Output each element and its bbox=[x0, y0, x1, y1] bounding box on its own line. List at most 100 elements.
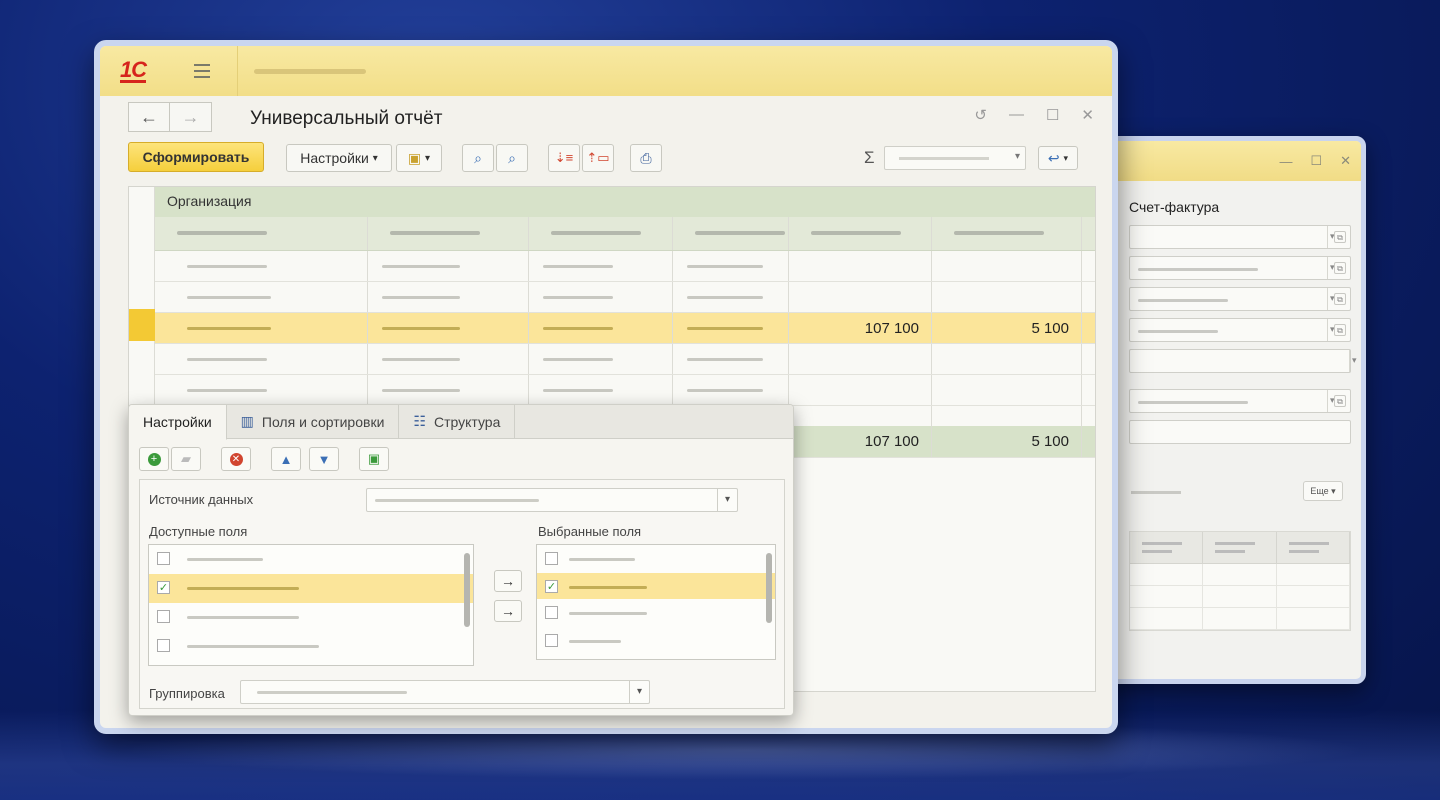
row-value: 5 100 bbox=[1031, 320, 1069, 337]
row-value: 107 100 bbox=[864, 320, 919, 337]
checkbox-checked[interactable]: ✓ bbox=[545, 580, 558, 593]
table-row[interactable] bbox=[155, 251, 1095, 282]
invoice-field[interactable] bbox=[1129, 349, 1357, 373]
list-item-selected[interactable]: ✓ bbox=[149, 574, 473, 603]
checkbox[interactable] bbox=[157, 639, 170, 652]
share-button[interactable]: ↩ ▾ bbox=[1038, 146, 1078, 170]
available-fields-label: Доступные поля bbox=[149, 524, 248, 539]
checkbox[interactable] bbox=[157, 552, 170, 565]
table-row-selected[interactable]: 107 100 5 100 bbox=[155, 313, 1095, 344]
add-field-arrow-icon[interactable]: → bbox=[494, 570, 522, 592]
invoice-field[interactable] bbox=[1129, 420, 1351, 444]
available-fields-list[interactable]: ✓ bbox=[148, 544, 474, 666]
print-button[interactable]: ⎙ bbox=[630, 144, 662, 172]
checkbox[interactable] bbox=[545, 634, 558, 647]
invoice-field[interactable]: ⧉ bbox=[1129, 225, 1351, 249]
list-item[interactable] bbox=[537, 599, 775, 627]
checkbox[interactable] bbox=[545, 606, 558, 619]
1c-logo: 1C bbox=[119, 56, 147, 83]
table-row[interactable] bbox=[155, 282, 1095, 313]
window-controls: ↺ — ☐ ✕ bbox=[974, 106, 1094, 124]
back-arrow-icon[interactable]: ← bbox=[128, 102, 170, 132]
search-icon: ⌕ bbox=[474, 149, 482, 166]
add-group-button[interactable]: ▰ bbox=[171, 447, 201, 471]
maximize-icon[interactable]: ☐ bbox=[1046, 106, 1059, 124]
list-item[interactable] bbox=[537, 627, 775, 655]
scrollbar[interactable] bbox=[464, 553, 470, 627]
settings-button[interactable]: Настройки ▾ bbox=[286, 144, 392, 172]
tab-structure[interactable]: ☷ Структура bbox=[399, 405, 516, 438]
total-value: 5 100 bbox=[1031, 433, 1069, 450]
forward-arrow-icon[interactable]: → bbox=[170, 102, 212, 132]
move-up-button[interactable]: ▲ bbox=[271, 447, 301, 471]
tab-settings[interactable]: Настройки bbox=[129, 405, 227, 440]
app-topbar: 1C bbox=[100, 46, 1112, 96]
scrollbar[interactable] bbox=[766, 553, 772, 623]
chevron-down-icon: ▾ bbox=[717, 489, 737, 511]
maximize-icon[interactable]: ☐ bbox=[1310, 153, 1322, 169]
history-icon[interactable]: ↺ bbox=[974, 106, 987, 124]
generate-button[interactable]: Сформировать bbox=[128, 142, 264, 172]
sort-asc-button[interactable]: ⇣≡ bbox=[548, 144, 580, 172]
group-header: Организация bbox=[155, 187, 1095, 217]
table-header bbox=[155, 217, 1095, 251]
invoice-field-line bbox=[1131, 491, 1181, 494]
data-source-select[interactable]: ▾ bbox=[366, 488, 738, 512]
share-icon: ↩ bbox=[1047, 149, 1060, 166]
table-row[interactable] bbox=[1130, 564, 1350, 586]
invoice-field[interactable]: ⧉ bbox=[1129, 287, 1351, 311]
list-item[interactable] bbox=[149, 545, 473, 574]
structure-icon: ☷ bbox=[413, 413, 426, 429]
invoice-field[interactable]: ⧉ bbox=[1129, 389, 1351, 413]
table-row[interactable] bbox=[1130, 608, 1350, 630]
checkbox[interactable] bbox=[545, 552, 558, 565]
arrow-up-icon: ▲ bbox=[279, 451, 293, 467]
tab-fields-sorting[interactable]: ▥ Поля и сортировки bbox=[227, 405, 400, 438]
checkbox[interactable] bbox=[157, 610, 170, 623]
delete-button[interactable]: ✕ bbox=[221, 447, 251, 471]
minimize-icon[interactable]: — bbox=[1009, 106, 1024, 124]
list-item[interactable] bbox=[149, 632, 473, 661]
minimize-icon[interactable]: — bbox=[1279, 154, 1292, 169]
checkbox-checked[interactable]: ✓ bbox=[157, 581, 170, 594]
invoice-field[interactable]: ⧉ bbox=[1129, 256, 1351, 280]
more-button[interactable]: Еще ▾ bbox=[1303, 481, 1343, 501]
link-icon[interactable]: ⧉ bbox=[1334, 293, 1346, 305]
table-row[interactable] bbox=[155, 344, 1095, 375]
close-icon[interactable]: ✕ bbox=[1081, 106, 1094, 124]
find-next-button[interactable]: ⌕ bbox=[496, 144, 528, 172]
check-all-icon: ▣ bbox=[367, 451, 381, 466]
grouping-select[interactable]: ▾ bbox=[240, 680, 650, 704]
link-icon[interactable]: ⧉ bbox=[1334, 324, 1346, 336]
sum-select[interactable] bbox=[884, 146, 1026, 170]
add-all-fields-arrow-icon[interactable]: → bbox=[494, 600, 522, 622]
list-item[interactable] bbox=[149, 603, 473, 632]
invoice-field[interactable]: ⧉ bbox=[1129, 318, 1351, 342]
list-item[interactable] bbox=[537, 545, 775, 573]
add-button[interactable]: + bbox=[139, 447, 169, 471]
selected-fields-label: Выбранные поля bbox=[538, 524, 642, 539]
link-icon[interactable]: ⧉ bbox=[1334, 231, 1346, 243]
sort-desc-button[interactable]: ⇡▭ bbox=[582, 144, 614, 172]
group-icon: ▰ bbox=[181, 451, 191, 466]
move-down-button[interactable]: ▼ bbox=[309, 447, 339, 471]
data-source-label: Источник данных bbox=[149, 492, 254, 507]
link-icon[interactable]: ⧉ bbox=[1334, 262, 1346, 274]
selected-fields-list[interactable]: ✓ bbox=[536, 544, 776, 660]
table-row[interactable] bbox=[1130, 586, 1350, 608]
link-icon[interactable]: ⧉ bbox=[1334, 395, 1346, 407]
invoice-window-titlebar: — ☐ ✕ bbox=[1103, 141, 1361, 181]
search-button[interactable]: ⌕ bbox=[462, 144, 494, 172]
table-row[interactable] bbox=[155, 375, 1095, 406]
invoice-window[interactable]: — ☐ ✕ Счет-фактура ⧉ ⧉ ⧉ ⧉ ⧉ Еще ▾ bbox=[1098, 136, 1366, 684]
list-item-selected[interactable]: ✓ bbox=[537, 573, 775, 599]
settings-body: Источник данных ▾ Доступные поля Выбранн… bbox=[139, 479, 785, 709]
variant-button[interactable]: ▣ ▾ bbox=[396, 144, 442, 172]
settings-panel[interactable]: Настройки ▥ Поля и сортировки ☷ Структура … bbox=[128, 404, 794, 716]
menu-icon[interactable] bbox=[166, 46, 238, 96]
check-all-button[interactable]: ▣ bbox=[359, 447, 389, 471]
invoice-fields: ⧉ ⧉ ⧉ ⧉ ⧉ bbox=[1129, 225, 1357, 451]
report-toolbar: Сформировать Настройки ▾ ▣ ▾ ⌕ ⌕ ⇣≡ ⇡▭ ⎙… bbox=[100, 140, 1112, 184]
settings-tabs: Настройки ▥ Поля и сортировки ☷ Структура bbox=[129, 405, 793, 440]
close-icon[interactable]: ✕ bbox=[1340, 153, 1351, 169]
